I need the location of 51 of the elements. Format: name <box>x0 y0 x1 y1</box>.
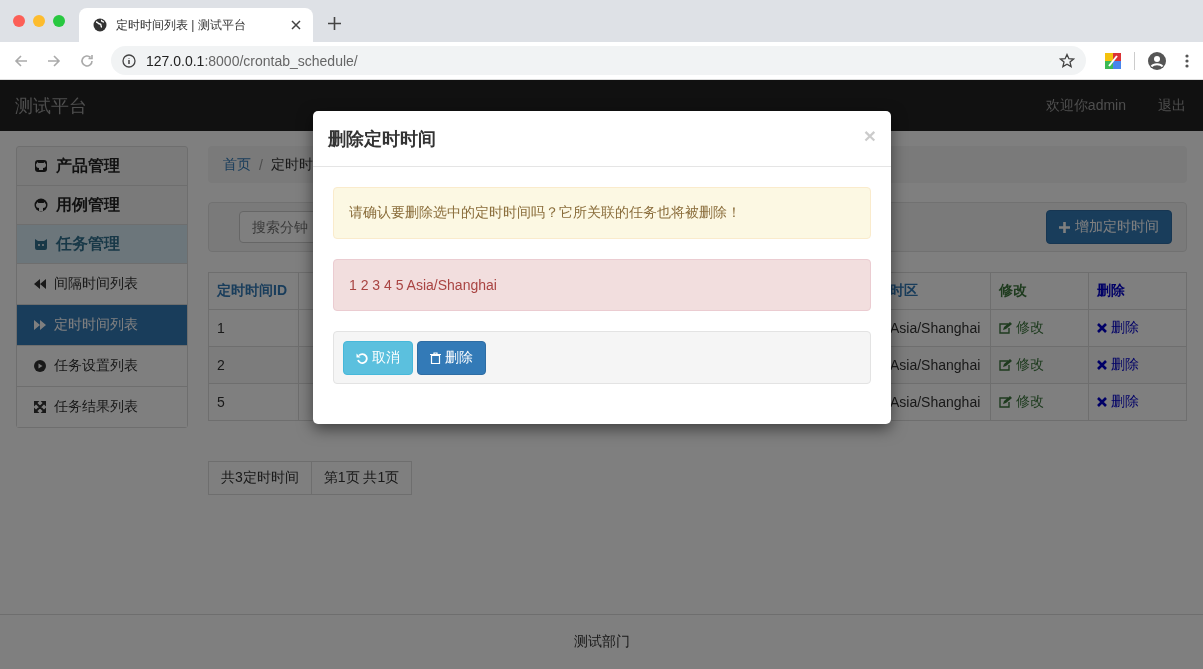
x-icon <box>1097 360 1107 370</box>
pagination-item[interactable]: 第1页 共1页 <box>310 461 413 495</box>
site-brand[interactable]: 测试平台 <box>15 93 87 118</box>
account-icon[interactable] <box>1148 51 1166 70</box>
info-icon[interactable] <box>122 53 136 68</box>
extension-icon[interactable] <box>1105 52 1121 69</box>
sidebar-group[interactable]: 任务管理 <box>17 225 187 264</box>
undo-icon <box>356 351 368 364</box>
url-host: 127.0.0.1 <box>146 52 205 69</box>
warning-alert: 请确认要删除选中的定时时间吗？它所关联的任务也将被删除！ <box>333 187 871 239</box>
x-icon <box>1097 397 1107 407</box>
url-path: :8000/crontab_schedule/ <box>204 52 358 69</box>
sidebar-item[interactable]: 任务结果列表 <box>17 387 187 427</box>
modal-title: 删除定时时间 <box>328 127 437 151</box>
table-cell: 1 <box>208 309 299 347</box>
delete-button[interactable]: 删除 <box>417 340 486 375</box>
expand-icon <box>34 401 46 413</box>
close-icon[interactable] <box>291 20 301 30</box>
column-header: 删除 <box>1088 272 1187 310</box>
new-tab-icon[interactable] <box>328 16 341 30</box>
cat-icon <box>34 237 48 251</box>
sidebar-item[interactable]: 间隔时间列表 <box>17 264 187 305</box>
breadcrumb-current: 定时时 <box>270 155 313 174</box>
footer-text: 测试部门 <box>573 633 630 651</box>
table-cell: 2 <box>208 346 299 384</box>
sidebar-item[interactable]: 定时时间列表 <box>17 305 187 346</box>
logout-link[interactable]: 退出 <box>1158 96 1186 115</box>
address-bar[interactable]: 127.0.0.1:8000/crontab_schedule/ <box>111 46 1086 75</box>
rewind-icon <box>34 279 46 289</box>
menu-icon[interactable] <box>1185 53 1189 68</box>
edit-icon <box>999 396 1012 408</box>
fast-forward-icon <box>34 320 46 330</box>
column-header: 修改 <box>990 272 1089 310</box>
edit-icon <box>999 322 1012 334</box>
browser-tab[interactable]: 定时时间列表 | 测试平台 <box>79 8 313 42</box>
details-alert: 1 2 3 4 5 Asia/Shanghai <box>333 259 871 311</box>
play-icon <box>34 360 46 372</box>
add-button[interactable]: 增加定时时间 <box>1046 210 1172 244</box>
star-icon[interactable] <box>1059 52 1075 69</box>
edit-icon <box>999 359 1012 371</box>
breadcrumb-link[interactable]: 首页 <box>223 155 251 174</box>
pagination-item[interactable]: 共3定时时间 <box>208 461 312 495</box>
sidebar-item[interactable]: 任务设置列表 <box>17 346 187 387</box>
plus-icon <box>1059 221 1070 233</box>
x-icon <box>1097 323 1107 333</box>
trash-icon <box>430 351 441 364</box>
user-greeting[interactable]: 欢迎你admin <box>1045 96 1126 115</box>
sidebar-group[interactable]: 产品管理 <box>17 147 187 186</box>
breadcrumb-separator: / <box>259 156 263 173</box>
column-header: 定时时间ID <box>208 272 299 310</box>
table-cell: 5 <box>208 383 299 421</box>
